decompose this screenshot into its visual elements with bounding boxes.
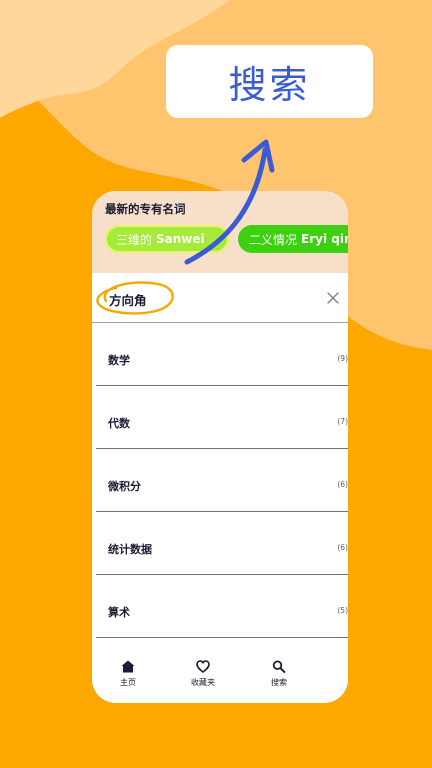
search-input[interactable]: 方向角 (109, 290, 147, 309)
nav-search[interactable]: 搜索 (254, 660, 304, 688)
chip-zh: 三维的 (116, 232, 153, 247)
category-count: (7) (337, 417, 348, 426)
chip-zh: 二义情况 (249, 232, 298, 247)
heart-icon (196, 660, 210, 673)
search-icon (272, 660, 286, 673)
category-name: 算术 (108, 606, 130, 619)
nav-favorites[interactable]: 收藏夹 (178, 660, 228, 688)
category-count: (6) (337, 543, 348, 552)
category-count: (9) (337, 354, 348, 363)
bottom-navigation: 主页 收藏夹 搜索 (92, 646, 348, 703)
list-item[interactable]: 微积分 (6) (96, 449, 348, 512)
chip-pinyin: Eryi qin (301, 232, 348, 246)
nav-favorites-label: 收藏夹 (191, 678, 215, 687)
search-banner: 搜索 (166, 45, 373, 118)
phone-screen: 最新的专有名词 三维的 Sanwei 二义情况 Eryi qin 方向角 数学 … (92, 191, 348, 703)
chip-pinyin: Sanwei (156, 232, 205, 246)
list-item[interactable]: 数学 (9) (96, 323, 348, 386)
list-item[interactable]: 统计数据 (6) (96, 512, 348, 575)
list-item[interactable]: 代数 (7) (96, 386, 348, 449)
nav-home-label: 主页 (120, 678, 136, 687)
recent-term-chip[interactable]: 三维的 Sanwei (105, 225, 229, 253)
nav-search-label: 搜索 (271, 678, 287, 687)
category-name: 微积分 (108, 480, 141, 493)
category-name: 代数 (108, 417, 130, 430)
recent-terms-title: 最新的专有名词 (105, 202, 186, 216)
search-bar[interactable]: 方向角 (92, 273, 348, 323)
category-name: 数学 (108, 354, 130, 367)
nav-home[interactable]: 主页 (103, 660, 153, 688)
banner-title: 搜索 (228, 63, 311, 107)
close-icon[interactable] (325, 290, 341, 306)
category-list: 数学 (9) 代数 (7) 微积分 (6) 统计数据 (6) 算术 (5) (92, 323, 348, 638)
list-item[interactable]: 算术 (5) (96, 575, 348, 638)
recent-term-chip[interactable]: 二义情况 Eryi qin (238, 225, 348, 253)
category-count: (6) (337, 480, 348, 489)
category-name: 统计数据 (108, 543, 152, 556)
home-icon (121, 660, 135, 673)
category-count: (5) (337, 606, 348, 615)
recent-terms-section: 最新的专有名词 三维的 Sanwei 二义情况 Eryi qin (92, 191, 348, 273)
